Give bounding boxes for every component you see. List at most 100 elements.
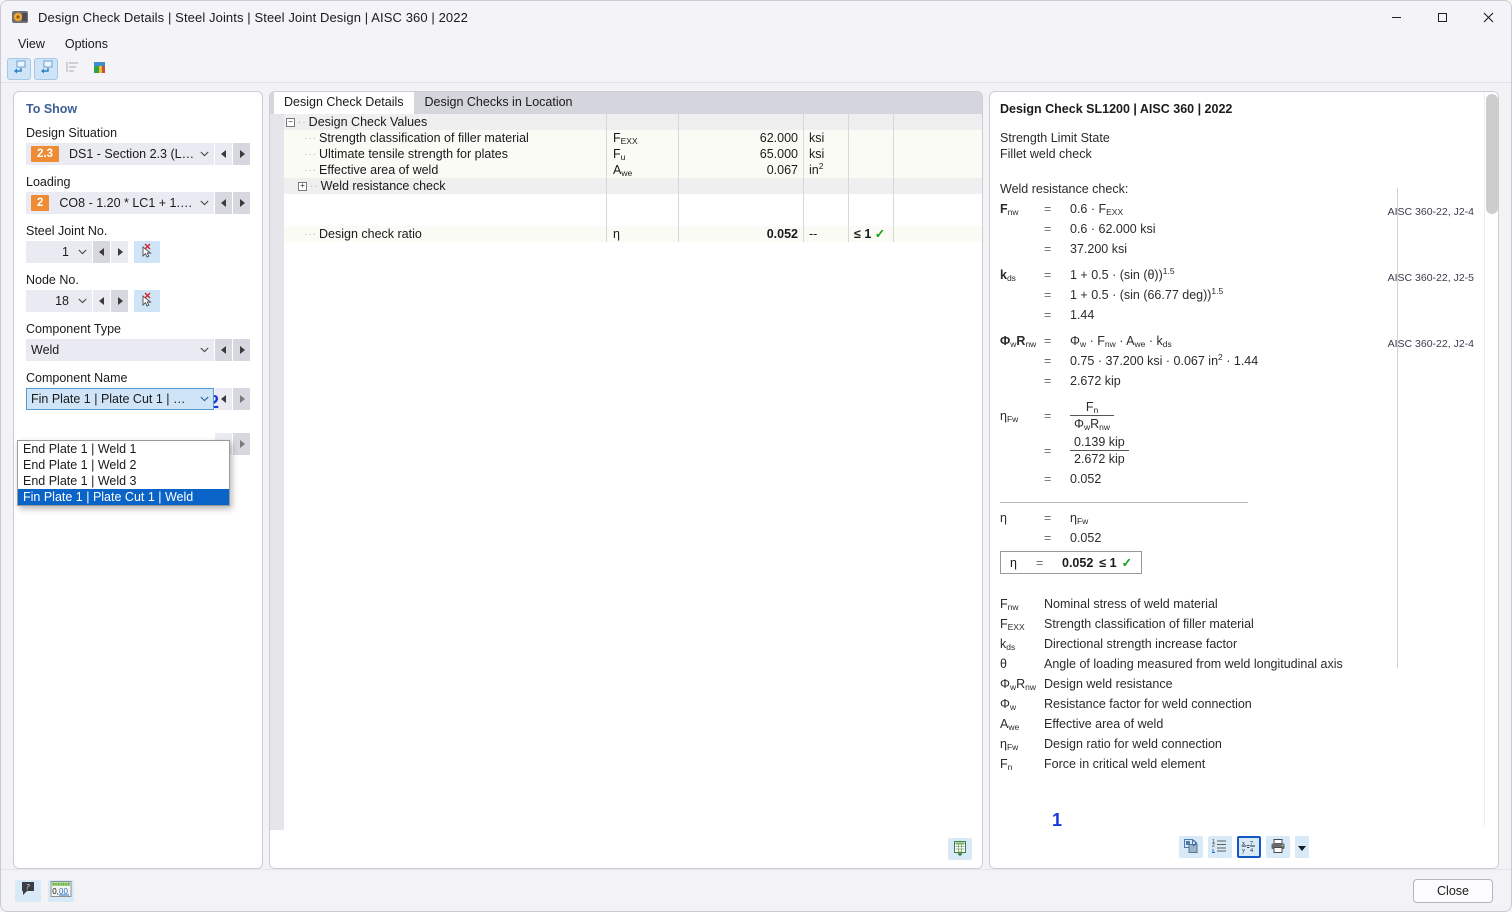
component-name-combo[interactable]: Fin Plate 1 | Plate Cut 1 | Weld bbox=[26, 388, 214, 410]
spacer-limit-cell bbox=[848, 194, 893, 210]
chevron-down-icon[interactable] bbox=[195, 396, 213, 402]
chevron-down-icon[interactable] bbox=[73, 249, 91, 255]
maximize-button[interactable] bbox=[1419, 1, 1465, 33]
extra-next-button[interactable] bbox=[233, 433, 250, 455]
loading-prev-button[interactable] bbox=[215, 192, 232, 214]
node-no-prev-button[interactable] bbox=[93, 290, 110, 312]
copy-to-clipboard-button[interactable] bbox=[1179, 836, 1203, 858]
design-situation-value: DS1 - Section 2.3 (LRFD), 1. ... bbox=[69, 147, 195, 161]
svg-text:?: ? bbox=[26, 883, 30, 892]
equation-row: = 0.052 bbox=[1000, 531, 1498, 545]
steel-joint-next-button[interactable] bbox=[111, 241, 128, 263]
close-window-button[interactable] bbox=[1465, 1, 1511, 33]
subgroup-value-cell bbox=[678, 178, 803, 194]
minimize-button[interactable] bbox=[1373, 1, 1419, 33]
steel-joint-prev-button[interactable] bbox=[93, 241, 110, 263]
menu-bar: View Options bbox=[1, 33, 1511, 55]
print-dropdown-button[interactable] bbox=[1295, 836, 1309, 858]
tree-row-subgroup[interactable]: + ·· Weld resistance check bbox=[284, 178, 982, 194]
table-row[interactable]: ··· Ultimate tensile strength for plates… bbox=[284, 146, 982, 162]
table-export-button[interactable] bbox=[948, 838, 972, 860]
legend-description: Force in critical weld element bbox=[1044, 757, 1206, 771]
help-button[interactable]: ? bbox=[15, 879, 41, 902]
decimal-places-button[interactable]: 0, 00 bbox=[48, 879, 74, 902]
design-situation-prev-button[interactable] bbox=[215, 143, 232, 165]
print-button[interactable] bbox=[1266, 836, 1290, 858]
group-label: Design Check Values bbox=[308, 115, 428, 129]
legend-row: Fn Force in critical weld element bbox=[1000, 754, 1498, 774]
details-scrollbar[interactable] bbox=[1484, 92, 1498, 826]
loading-next-button[interactable] bbox=[233, 192, 250, 214]
dropdown-option-0[interactable]: End Plate 1 | Weld 1 bbox=[18, 441, 229, 457]
formula-display-button[interactable]: x y 7 4 bbox=[1237, 836, 1261, 858]
node-no-next-button[interactable] bbox=[111, 290, 128, 312]
steel-joint-no-value: 1 bbox=[62, 245, 69, 259]
loading-row: 2 CO8 - 1.20 * LC1 + 1.60 * LC4 bbox=[26, 192, 250, 214]
equation-rhs: 2.672 kip bbox=[1070, 374, 1121, 388]
window-title: Design Check Details | Steel Joints | St… bbox=[38, 9, 468, 25]
design-situation-row: 2.3 DS1 - Section 2.3 (LRFD), 1. ... bbox=[26, 143, 250, 165]
close-button[interactable]: Close bbox=[1413, 878, 1493, 903]
list-view-button[interactable] bbox=[61, 58, 85, 80]
graphics-button[interactable] bbox=[88, 58, 112, 80]
subgroup-label: Weld resistance check bbox=[320, 179, 446, 193]
symbol-subscript: u bbox=[620, 152, 626, 162]
equation-rhs: 1 + 0.5 · (sin (66.77 deg))1.5 bbox=[1070, 286, 1224, 302]
scrollbar-thumb[interactable] bbox=[1486, 94, 1498, 214]
svg-text:y: y bbox=[1242, 848, 1245, 854]
steel-joint-pick-button[interactable] bbox=[134, 241, 160, 263]
fraction-numerator: Fn bbox=[1070, 400, 1115, 416]
navigate-forward-button[interactable] bbox=[34, 57, 58, 80]
steel-joint-no-label: Steel Joint No. bbox=[26, 224, 108, 238]
design-check-ratio-row[interactable]: ··· Design check ratio η 0.052 -- ≤ 1 ✓ bbox=[284, 226, 982, 242]
equals-sign: = bbox=[1044, 268, 1052, 282]
decimal-places-icon: 0, 00 bbox=[50, 880, 72, 901]
spacer-row-2 bbox=[284, 210, 982, 226]
equation-lhs: Fnw bbox=[1000, 202, 1019, 217]
legend-description: Resistance factor for weld connection bbox=[1044, 697, 1252, 711]
component-type-prev-button[interactable] bbox=[215, 339, 232, 361]
expand-icon[interactable]: + bbox=[298, 181, 307, 191]
chevron-down-icon[interactable] bbox=[195, 200, 213, 206]
component-type-next-button[interactable] bbox=[233, 339, 250, 361]
equation-block-eta-fw: ηFw = Fn ΦwRnw = 0.139 kip 2.672 kip = 0… bbox=[1000, 400, 1498, 486]
legend-row: kds Directional strength increase factor bbox=[1000, 634, 1498, 654]
weld-resistance-heading: Weld resistance check: bbox=[1000, 182, 1129, 196]
node-no-combo[interactable]: 18 bbox=[26, 290, 92, 312]
chevron-down-icon[interactable] bbox=[195, 151, 213, 157]
node-pick-button[interactable] bbox=[134, 290, 160, 312]
table-row[interactable]: ··· Effective area of weld Awe 0.067 in2 bbox=[284, 161, 982, 178]
details-scroll-area: Design Check SL1200 | AISC 360 | 2022 St… bbox=[990, 92, 1498, 826]
row-unit: in2 bbox=[803, 161, 848, 178]
dropdown-option-3[interactable]: Fin Plate 1 | Plate Cut 1 | Weld bbox=[18, 489, 229, 505]
numbered-list-button[interactable]: 1 2 bbox=[1208, 836, 1232, 858]
collapse-icon[interactable]: − bbox=[286, 117, 295, 127]
navigate-back-button[interactable] bbox=[7, 57, 31, 80]
tab-design-check-details[interactable]: Design Check Details bbox=[274, 92, 414, 114]
steel-joint-no-combo[interactable]: 1 bbox=[26, 241, 92, 263]
legend-description: Strength classification of filler materi… bbox=[1044, 617, 1254, 631]
equals-sign: = bbox=[1044, 222, 1052, 236]
component-name-dropdown-list[interactable]: End Plate 1 | Weld 1 End Plate 1 | Weld … bbox=[17, 440, 230, 506]
dropdown-option-1[interactable]: End Plate 1 | Weld 2 bbox=[18, 457, 229, 473]
svg-text:2: 2 bbox=[1212, 843, 1215, 849]
table-row[interactable]: ··· Strength classification of filler ma… bbox=[284, 130, 982, 146]
tab-design-checks-in-location[interactable]: Design Checks in Location bbox=[414, 92, 583, 114]
tree-row-group[interactable]: − ·· Design Check Values bbox=[284, 114, 982, 130]
fraction-numeric: 0.139 kip 2.672 kip bbox=[1070, 435, 1129, 466]
tree-connector bbox=[304, 197, 308, 208]
menu-view[interactable]: View bbox=[10, 35, 53, 53]
dropdown-option-2[interactable]: End Plate 1 | Weld 3 bbox=[18, 473, 229, 489]
loading-combo[interactable]: 2 CO8 - 1.20 * LC1 + 1.60 * LC4 bbox=[26, 192, 214, 214]
application-window: Design Check Details | Steel Joints | St… bbox=[0, 0, 1512, 912]
ratio-extra bbox=[893, 226, 982, 242]
chevron-down-icon[interactable] bbox=[195, 347, 213, 353]
design-situation-combo[interactable]: 2.3 DS1 - Section 2.3 (LRFD), 1. ... bbox=[26, 143, 214, 165]
component-type-combo[interactable]: Weld bbox=[26, 339, 214, 361]
design-situation-next-button[interactable] bbox=[233, 143, 250, 165]
component-name-next-button[interactable] bbox=[233, 388, 250, 410]
equation-row: = 0.052 bbox=[1000, 472, 1498, 486]
menu-options[interactable]: Options bbox=[57, 35, 116, 53]
chevron-down-icon[interactable] bbox=[73, 298, 91, 304]
legend-row: Awe Effective area of weld bbox=[1000, 714, 1498, 734]
